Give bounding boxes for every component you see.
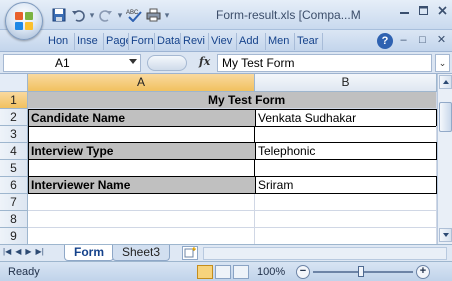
zoom-level[interactable]: 100% bbox=[257, 266, 285, 278]
scroll-up-icon[interactable] bbox=[439, 75, 452, 89]
tab-menu[interactable]: Men bbox=[266, 33, 295, 50]
zoom-slider-thumb[interactable] bbox=[358, 266, 364, 277]
status-bar: Ready 100% − + bbox=[0, 261, 452, 281]
undo-icon[interactable] bbox=[69, 6, 87, 24]
next-sheet-icon[interactable]: ▶ bbox=[25, 247, 31, 256]
window-title: Form-result.xls [Compa...M bbox=[216, 8, 361, 22]
redo-dropdown-icon[interactable]: ▾ bbox=[116, 10, 124, 21]
cell-b2[interactable]: Venkata Sudhakar bbox=[255, 109, 437, 127]
zoom-out-icon[interactable]: − bbox=[296, 265, 310, 279]
cell-a7[interactable] bbox=[28, 194, 255, 211]
help-icon[interactable]: ? bbox=[377, 32, 393, 49]
formula-input[interactable]: My Test Form bbox=[217, 54, 432, 72]
cell-a3[interactable] bbox=[28, 126, 255, 143]
print-icon[interactable] bbox=[144, 6, 162, 24]
restore-icon[interactable] bbox=[414, 0, 433, 20]
cell-b7[interactable] bbox=[255, 194, 437, 211]
sheet-tab-bar: |◀ ◀ ▶ ▶| Form Sheet3 bbox=[0, 244, 452, 261]
customize-qat-icon[interactable]: ▾ bbox=[163, 10, 171, 21]
save-icon[interactable] bbox=[50, 6, 68, 24]
close-icon[interactable] bbox=[433, 0, 452, 20]
prev-sheet-icon[interactable]: ◀ bbox=[15, 247, 21, 256]
ribbon-tab-bar: Hon Inse Page Forn Data Revi Viev Add Me… bbox=[0, 30, 452, 52]
row-header-9[interactable]: 9 bbox=[0, 228, 28, 244]
workbook-minimize-icon[interactable]: – bbox=[395, 32, 412, 49]
cell-b5[interactable] bbox=[255, 160, 437, 177]
office-logo-icon bbox=[15, 12, 33, 30]
cell-a8[interactable] bbox=[28, 211, 255, 228]
tab-page-layout[interactable]: Page bbox=[104, 33, 129, 50]
name-box-dropdown-icon[interactable] bbox=[129, 59, 137, 64]
first-sheet-icon[interactable]: |◀ bbox=[3, 247, 11, 256]
vertical-scroll-thumb[interactable] bbox=[439, 102, 452, 132]
last-sheet-icon[interactable]: ▶| bbox=[36, 247, 44, 256]
cell-b9[interactable] bbox=[255, 228, 437, 244]
row-header-7[interactable]: 7 bbox=[0, 194, 28, 211]
insert-function-icon[interactable]: fx bbox=[199, 55, 210, 68]
normal-view-icon[interactable] bbox=[197, 265, 213, 279]
column-header-b[interactable]: B bbox=[255, 74, 437, 92]
tab-add-ins[interactable]: Add bbox=[237, 33, 266, 50]
ribbon-window-controls: ? – □ ✕ bbox=[377, 32, 450, 49]
undo-dropdown-icon[interactable]: ▾ bbox=[88, 10, 96, 21]
ribbon-tabs: Hon Inse Page Forn Data Revi Viev Add Me… bbox=[46, 33, 323, 50]
tab-team[interactable]: Tear bbox=[295, 33, 323, 50]
tab-insert[interactable]: Inse bbox=[75, 33, 104, 50]
sheet-navigation: |◀ ◀ ▶ ▶| bbox=[3, 247, 44, 256]
zoom-in-icon[interactable]: + bbox=[416, 265, 430, 279]
workbook-restore-icon[interactable]: □ bbox=[414, 32, 431, 49]
page-break-view-icon[interactable] bbox=[233, 265, 249, 279]
spelling-icon[interactable]: ABC bbox=[125, 6, 143, 24]
row-header-5[interactable]: 5 bbox=[0, 160, 28, 177]
cell-a2[interactable]: Candidate Name bbox=[28, 109, 256, 127]
quick-access-toolbar: ▾ ▾ ABC ▾ bbox=[50, 5, 171, 25]
tab-formulas[interactable]: Forn bbox=[129, 33, 155, 50]
redo-icon[interactable] bbox=[97, 6, 115, 24]
tab-data[interactable]: Data bbox=[155, 33, 181, 50]
office-button[interactable] bbox=[5, 2, 43, 40]
cell-b3[interactable] bbox=[255, 126, 437, 143]
cell-b4[interactable]: Telephonic bbox=[255, 142, 437, 160]
workbook-close-icon[interactable]: ✕ bbox=[433, 32, 450, 49]
formula-bar: A1 fx My Test Form ⌄ bbox=[0, 52, 452, 74]
title-bar: ▾ ▾ ABC ▾ Form-result.xls [Compa...M bbox=[0, 0, 452, 40]
cell-a4[interactable]: Interview Type bbox=[28, 142, 256, 160]
vertical-scrollbar[interactable] bbox=[437, 74, 452, 244]
insert-sheet-icon[interactable] bbox=[182, 246, 198, 260]
horizontal-scrollbar[interactable] bbox=[203, 247, 447, 260]
expand-formula-bar-icon[interactable]: ⌄ bbox=[435, 54, 450, 72]
cell-b8[interactable] bbox=[255, 211, 437, 228]
cell-a9[interactable] bbox=[28, 228, 255, 244]
cell-a1-title[interactable]: My Test Form bbox=[28, 92, 437, 109]
cell-b6[interactable]: Sriram bbox=[255, 176, 437, 194]
name-box[interactable]: A1 bbox=[3, 54, 141, 72]
tab-view[interactable]: Viev bbox=[209, 33, 237, 50]
sheet-tab-sheet3[interactable]: Sheet3 bbox=[112, 245, 171, 261]
row-header-3[interactable]: 3 bbox=[0, 126, 28, 143]
row-header-8[interactable]: 8 bbox=[0, 211, 28, 228]
sheet-tab-form[interactable]: Form bbox=[64, 245, 114, 261]
worksheet-grid: A B 1 2 3 4 5 6 7 8 9 My Test Form Candi… bbox=[0, 74, 437, 244]
window-controls bbox=[395, 0, 452, 20]
tab-review[interactable]: Revi bbox=[181, 33, 209, 50]
tab-home[interactable]: Hon bbox=[46, 33, 75, 50]
page-layout-view-icon[interactable] bbox=[215, 265, 231, 279]
column-header-a[interactable]: A bbox=[28, 74, 255, 92]
formula-bar-grip[interactable] bbox=[147, 55, 187, 71]
cell-a5[interactable] bbox=[28, 160, 255, 177]
scroll-down-icon[interactable] bbox=[439, 228, 452, 242]
select-all-corner[interactable] bbox=[0, 74, 28, 92]
cell-a6[interactable]: Interviewer Name bbox=[28, 176, 256, 194]
view-buttons bbox=[197, 265, 249, 279]
row-header-2[interactable]: 2 bbox=[0, 109, 28, 126]
row-header-1[interactable]: 1 bbox=[0, 92, 28, 109]
row-header-6[interactable]: 6 bbox=[0, 177, 28, 194]
row-header-4[interactable]: 4 bbox=[0, 143, 28, 160]
status-ready: Ready bbox=[8, 266, 40, 278]
name-box-value: A1 bbox=[55, 56, 70, 70]
minimize-icon[interactable] bbox=[395, 0, 414, 20]
